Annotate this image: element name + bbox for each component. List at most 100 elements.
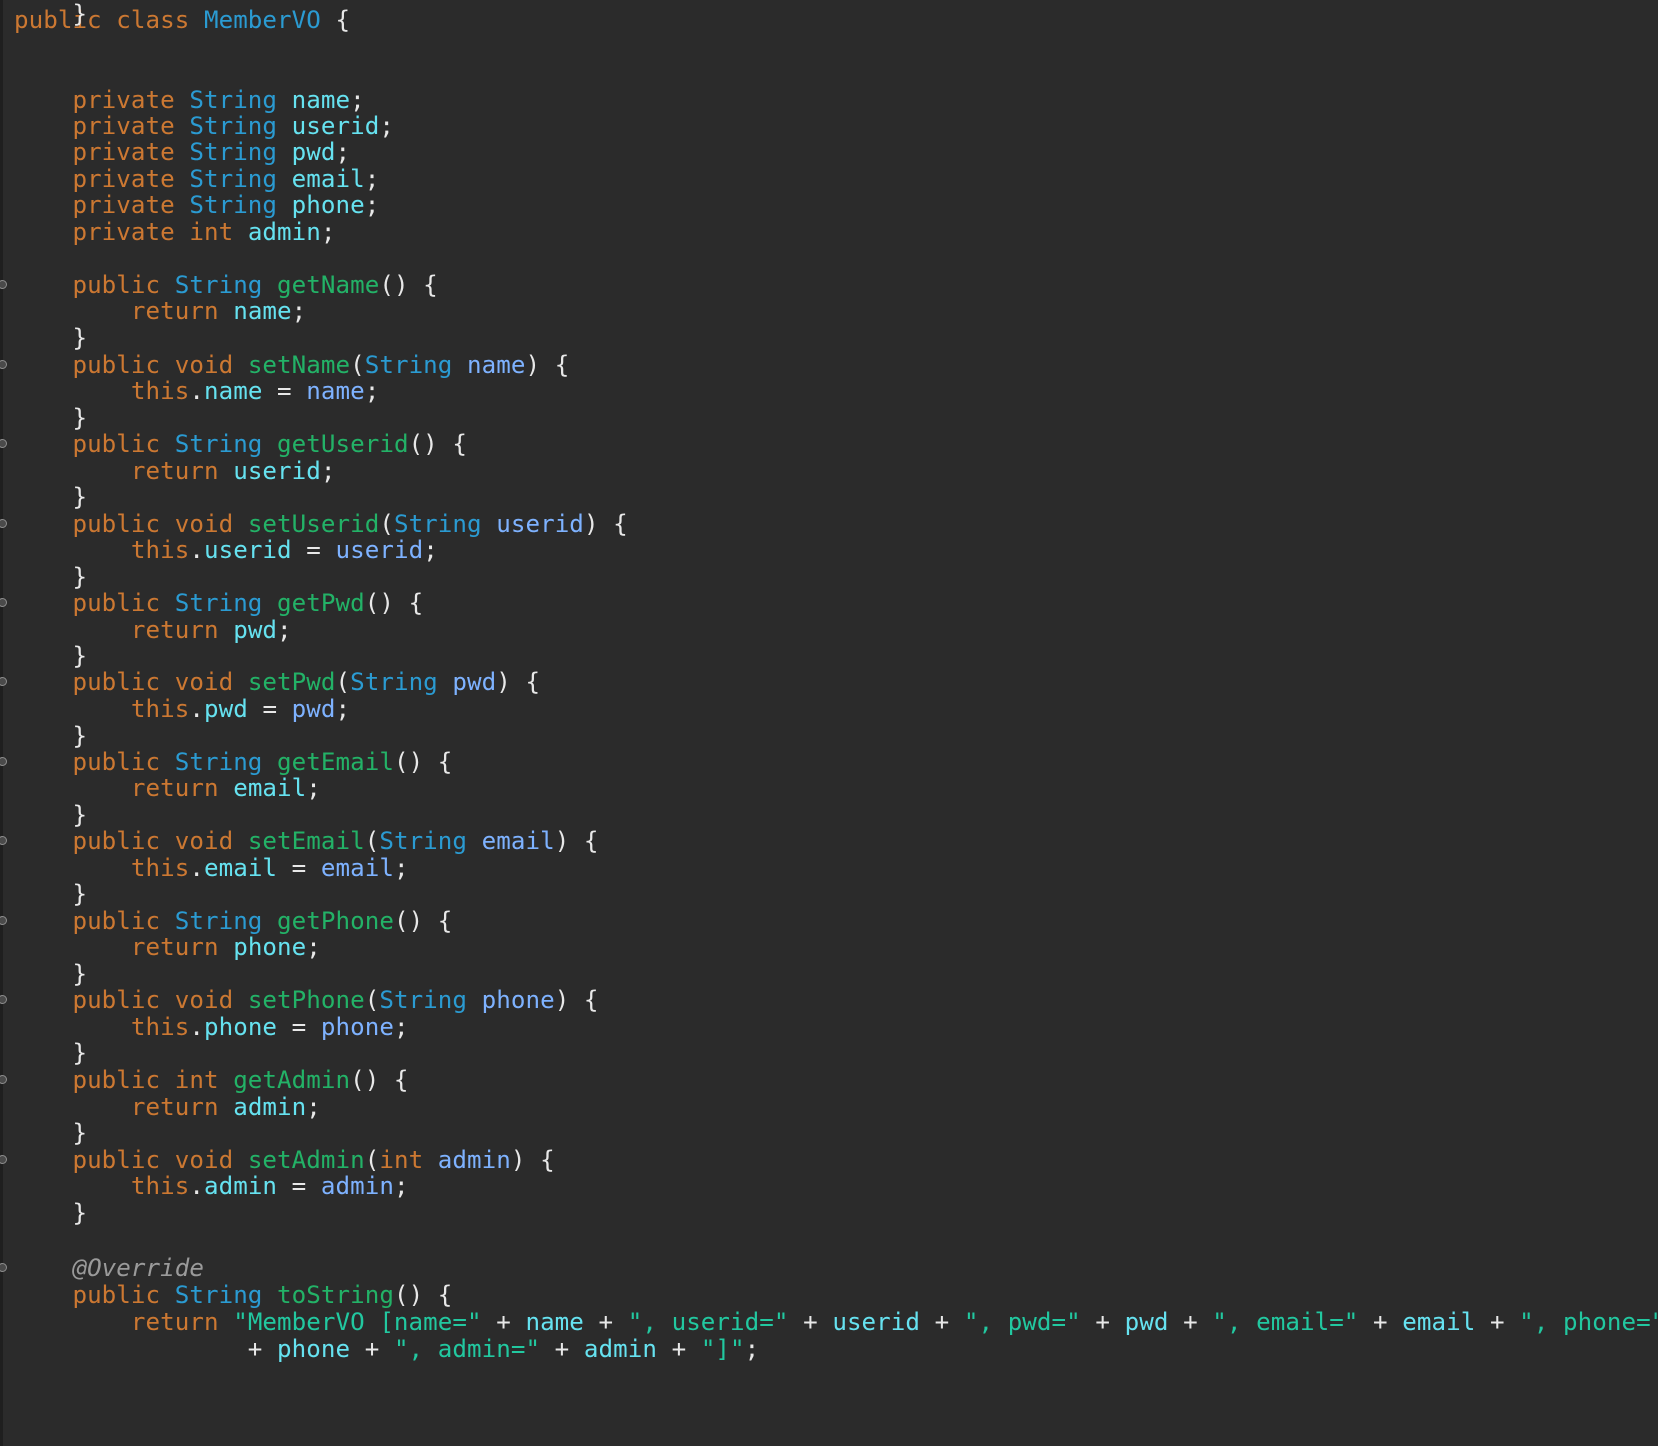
code-token: String: [174, 1281, 278, 1309]
code-line[interactable]: return pwd;: [14, 616, 292, 644]
code-line[interactable]: this.name = name;: [14, 377, 379, 405]
gutter-override-marker-icon[interactable]: [0, 1263, 7, 1272]
gutter-override-marker-icon[interactable]: [0, 916, 7, 925]
code-line[interactable]: public String getName() {: [14, 271, 438, 299]
code-token: ;: [306, 1093, 321, 1121]
code-line[interactable]: @Override: [14, 1254, 204, 1282]
gutter-override-marker-icon[interactable]: [0, 1155, 7, 1164]
code-line[interactable]: public void setUserid(String userid) {: [14, 510, 628, 538]
code-token: .: [189, 377, 204, 405]
code-line[interactable]: this.admin = admin;: [14, 1172, 409, 1200]
code-token: () {: [379, 271, 438, 299]
code-line[interactable]: }: [14, 404, 87, 432]
code-line[interactable]: }: [14, 563, 87, 591]
code-line[interactable]: this.phone = phone;: [14, 1013, 409, 1041]
code-line[interactable]: }: [14, 880, 87, 908]
code-token: ", email=": [1212, 1308, 1359, 1336]
code-line[interactable]: private int admin;: [14, 218, 336, 246]
gutter-override-marker-icon[interactable]: [0, 677, 7, 686]
code-token: admin: [583, 1335, 657, 1363]
code-token: }: [14, 722, 88, 750]
code-token: ", admin=": [393, 1335, 541, 1363]
code-token: admin: [203, 1172, 278, 1200]
code-line[interactable]: return name;: [14, 297, 306, 325]
gutter-override-marker-icon[interactable]: [0, 360, 7, 369]
code-token: ;: [291, 297, 307, 325]
code-token: ) {: [496, 668, 541, 696]
code-line[interactable]: public void setName(String name) {: [14, 351, 569, 379]
code-token: public void: [72, 510, 248, 538]
code-token: this: [130, 854, 190, 882]
gutter-override-marker-icon[interactable]: [0, 439, 7, 448]
code-line[interactable]: public void setAdmin(int admin) {: [14, 1146, 555, 1174]
code-line[interactable]: }: [14, 324, 87, 352]
code-token: ", pwd=": [963, 1308, 1081, 1336]
gutter-override-marker-icon[interactable]: [0, 280, 7, 289]
code-line[interactable]: + phone + ", admin=" + admin + "]";: [14, 1335, 759, 1363]
code-line[interactable]: public int getAdmin() {: [14, 1066, 409, 1094]
code-line[interactable]: }: [14, 722, 87, 750]
code-token: }: [14, 483, 88, 511]
code-token: public void: [72, 986, 248, 1014]
code-token: admin: [247, 218, 321, 246]
code-token: +: [1168, 1308, 1213, 1336]
code-line[interactable]: this.userid = userid;: [14, 536, 438, 564]
code-token: public int: [72, 1066, 234, 1094]
code-line[interactable]: }: [14, 483, 87, 511]
code-line[interactable]: return email;: [14, 774, 321, 802]
code-line[interactable]: return admin;: [14, 1093, 321, 1121]
code-token: (: [335, 668, 351, 696]
code-line[interactable]: private String phone;: [14, 191, 379, 219]
code-line[interactable]: public String getUserid() {: [14, 430, 467, 458]
code-token: setPwd: [247, 668, 336, 696]
code-line[interactable]: return "MemberVO [name=" + name + ", use…: [14, 1308, 1658, 1336]
code-line[interactable]: }: [14, 960, 87, 988]
code-token: return: [130, 1308, 234, 1336]
code-line[interactable]: private String email;: [14, 165, 379, 193]
code-token: public void: [72, 351, 248, 379]
code-line[interactable]: public String getPwd() {: [14, 589, 423, 617]
gutter-override-marker-icon[interactable]: [0, 1075, 7, 1084]
code-token: MemberVO: [203, 6, 321, 34]
code-token: ", userid=": [627, 1308, 789, 1336]
code-token: .: [189, 695, 204, 723]
code-line[interactable]: public String getEmail() {: [14, 748, 452, 776]
code-line[interactable]: }: [14, 1039, 87, 1067]
gutter-override-marker-icon[interactable]: [0, 836, 7, 845]
code-token: ;: [393, 854, 409, 882]
code-line[interactable]: }: [14, 0, 87, 28]
code-line[interactable]: }: [14, 1119, 87, 1147]
code-line[interactable]: public void setEmail(String email) {: [14, 827, 599, 855]
code-line[interactable]: this.pwd = pwd;: [14, 695, 350, 723]
code-token: }: [14, 801, 88, 829]
gutter-override-marker-icon[interactable]: [0, 598, 7, 607]
gutter-override-marker-icon[interactable]: [0, 519, 7, 528]
code-line[interactable]: this.email = email;: [14, 854, 409, 882]
code-line[interactable]: private String userid;: [14, 112, 394, 140]
code-line[interactable]: public void setPwd(String pwd) {: [14, 668, 540, 696]
code-line[interactable]: private String name;: [14, 86, 365, 114]
code-editor[interactable]: public class MemberVO { private String n…: [0, 0, 1658, 1446]
code-token: (: [364, 986, 380, 1014]
code-line[interactable]: public void setPhone(String phone) {: [14, 986, 599, 1014]
code-token: }: [14, 1199, 88, 1227]
gutter-override-marker-icon[interactable]: [0, 995, 7, 1004]
code-token: "]": [700, 1335, 745, 1363]
code-line[interactable]: }: [14, 801, 87, 829]
code-line[interactable]: return phone;: [14, 933, 321, 961]
code-token: String: [189, 191, 292, 219]
code-line[interactable]: public String toString() {: [14, 1281, 452, 1309]
code-line[interactable]: private String pwd;: [14, 138, 350, 166]
code-token: name: [306, 377, 365, 405]
code-line[interactable]: public String getPhone() {: [14, 907, 452, 935]
code-line[interactable]: return userid;: [14, 457, 336, 485]
code-line[interactable]: }: [14, 642, 87, 670]
gutter-override-marker-icon[interactable]: [0, 757, 7, 766]
code-line[interactable]: }: [14, 1199, 87, 1227]
code-token: String: [364, 351, 468, 379]
code-token: ;: [335, 138, 351, 166]
